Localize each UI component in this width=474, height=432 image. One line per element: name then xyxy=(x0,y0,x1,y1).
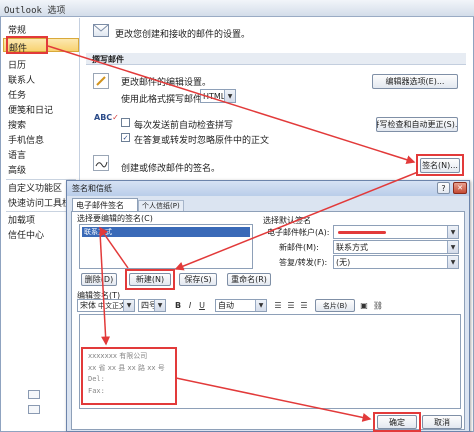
chevron-down-icon: ▼ xyxy=(447,226,458,238)
chevron-down-icon: ▼ xyxy=(447,256,458,268)
compose-section-header: 撰写邮件 xyxy=(86,53,466,65)
mail-intro-text: 更改您创建和接收的邮件的设置。 xyxy=(115,30,251,40)
options-title-bar: Outlook 选项 xyxy=(0,0,474,17)
cancel-button[interactable]: 取消 xyxy=(422,415,462,429)
formatting-toolbar: 宋体 中文正文 ▼ 四号 ▼ B I U 自动 ▼ ☰ ☰ ☰ 名片(B) ▣ … xyxy=(77,299,461,312)
help-button[interactable]: ? xyxy=(437,182,450,194)
dialog-title-bar: 签名和信纸 ? ✕ xyxy=(67,181,469,196)
underline-button[interactable]: U xyxy=(197,299,207,312)
reply-forward-label: 答复/转发(F): xyxy=(279,258,328,267)
spelling-icon: ABC✓ xyxy=(94,113,119,122)
sidebar-item-trust[interactable]: 信任中心 xyxy=(8,228,44,241)
spelling-autocorrect-button[interactable]: 拼写检查和自动更正(S)... xyxy=(376,117,458,132)
font-hint: 中文正文 xyxy=(98,301,126,310)
size-select[interactable]: 四号 ▼ xyxy=(138,299,166,312)
chevron-down-icon: ▼ xyxy=(224,90,235,102)
reply-forward-value: (无) xyxy=(336,257,351,267)
chevron-down-icon: ▼ xyxy=(123,300,134,311)
sidebar-item-calendar[interactable]: 日历 xyxy=(8,58,26,71)
chevron-down-icon: ▼ xyxy=(255,300,266,311)
sidebar-item-addins[interactable]: 加载项 xyxy=(8,213,35,226)
sidebar-item-search[interactable]: 搜索 xyxy=(8,118,26,131)
account-select[interactable]: ▼ xyxy=(333,225,459,239)
default-signature-label: 选择默认签名 xyxy=(263,216,311,225)
align-left-icon[interactable]: ☰ xyxy=(273,299,283,312)
reply-forward-select[interactable]: (无) ▼ xyxy=(333,255,459,269)
insert-picture-icon[interactable]: ▣ xyxy=(359,299,369,312)
bold-button[interactable]: B xyxy=(173,299,183,312)
signatures-dialog: 签名和信纸 ? ✕ 电子邮件签名(E) 个人信纸(P) 选择要编辑的签名(C) … xyxy=(66,180,470,432)
sidebar-item-mobile[interactable]: 手机信息 xyxy=(8,133,44,146)
editor-options-button[interactable]: 编辑器选项(E)... xyxy=(372,74,458,89)
account-label: 电子邮件帐户(A): xyxy=(267,228,330,237)
format-label: 使用此格式撰写邮件: xyxy=(121,95,206,105)
font-select[interactable]: 宋体 中文正文 ▼ xyxy=(77,299,135,312)
compose-desc: 更改邮件的编辑设置。 xyxy=(121,78,212,88)
dialog-title: 签名和信纸 xyxy=(72,184,112,193)
sidebar-item-notes[interactable]: 便笺和日记 xyxy=(8,103,53,116)
ignore-original-checkbox[interactable]: ✓ xyxy=(121,133,130,142)
signature-desc: 创建或修改邮件的签名。 xyxy=(121,164,221,174)
save-signature-button[interactable]: 保存(S) xyxy=(179,273,217,286)
signature-list[interactable]: 联系方式 xyxy=(79,224,253,269)
spell-check-label: 每次发送前自动检查拼写 xyxy=(134,121,234,131)
tab-personal-stationery[interactable]: 个人信纸(P) xyxy=(138,200,184,211)
sidebar-mail-highlight xyxy=(6,36,48,54)
format-value: HTML xyxy=(203,91,226,101)
compose-section-title: 撰写邮件 xyxy=(92,55,124,64)
align-center-icon[interactable]: ☰ xyxy=(286,299,296,312)
new-message-select[interactable]: 联系方式 ▼ xyxy=(333,240,459,254)
compose-icon xyxy=(93,73,109,89)
signatures-button-highlight xyxy=(416,154,464,176)
signature-list-item[interactable]: 联系方式 xyxy=(82,227,250,237)
align-right-icon[interactable]: ☰ xyxy=(299,299,309,312)
insert-link-icon[interactable]: ⛓ xyxy=(373,299,383,312)
sidebar-item-language[interactable]: 语言 xyxy=(8,148,26,161)
delete-signature-button[interactable]: 删除(D) xyxy=(81,273,117,286)
new-message-label: 新邮件(M): xyxy=(279,243,319,252)
sidebar-item-advanced[interactable]: 高级 xyxy=(8,163,26,176)
sidebar-item-general[interactable]: 常规 xyxy=(8,23,26,36)
tab-email-signature[interactable]: 电子邮件签名(E) xyxy=(72,198,138,220)
close-button[interactable]: ✕ xyxy=(453,182,467,194)
auto-color-label: 自动 xyxy=(218,301,234,310)
select-signature-label: 选择要编辑的签名(C) xyxy=(77,214,153,223)
sidebar-item-tasks[interactable]: 任务 xyxy=(8,88,26,101)
sidebar-item-contacts[interactable]: 联系人 xyxy=(8,73,35,86)
format-select[interactable]: HTML ▼ xyxy=(200,89,236,103)
chevron-down-icon: ▼ xyxy=(154,300,165,311)
sidebar-item-qat[interactable]: 快速访问工具栏 xyxy=(8,196,71,209)
mail-icon xyxy=(93,24,109,37)
ok-button-highlight xyxy=(373,412,421,432)
signature-text-highlight xyxy=(81,347,177,405)
new-message-value: 联系方式 xyxy=(336,242,368,252)
sidebar-item-ribbon[interactable]: 自定义功能区 xyxy=(8,181,62,194)
new-button-highlight xyxy=(125,269,175,290)
font-value: 宋体 xyxy=(80,301,96,310)
rename-signature-button[interactable]: 重命名(R) xyxy=(227,273,271,286)
ignore-original-label: 在答复或转发时忽略原件中的正文 xyxy=(134,136,270,146)
font-color-select[interactable]: 自动 ▼ xyxy=(215,299,267,312)
background-envelope-icon xyxy=(28,405,40,414)
background-envelope-icon xyxy=(28,390,40,399)
signature-icon xyxy=(93,155,109,171)
italic-button[interactable]: I xyxy=(185,299,195,312)
business-card-button[interactable]: 名片(B) xyxy=(315,299,355,312)
chevron-down-icon: ▼ xyxy=(447,241,458,253)
account-value-redacted xyxy=(338,230,386,234)
options-title: Outlook 选项 xyxy=(4,6,66,16)
spell-check-checkbox[interactable] xyxy=(121,118,130,127)
